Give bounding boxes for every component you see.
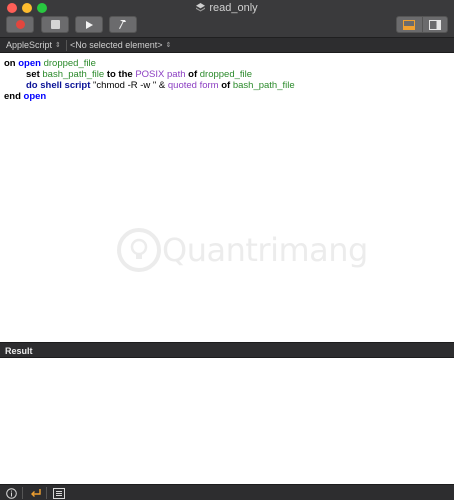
variable-token: dropped_file [199,69,253,80]
element-label: <No selected element> [70,40,163,50]
info-button[interactable] [4,487,18,499]
language-label: AppleScript [6,40,53,50]
chevron-updown-icon: ⇕ [55,42,61,49]
keyword-token: end [4,91,21,102]
show-side-panel-button[interactable] [421,17,448,32]
language-selector[interactable]: AppleScript ⇕ [6,38,61,53]
element-selector[interactable]: <No selected element> ⇕ [70,38,171,53]
return-arrow-icon [31,488,41,497]
code-line-1: on open dropped_file [4,58,454,69]
property-token: quoted form [167,80,219,91]
hammer-icon [119,20,126,29]
event-keyword-token: open [23,91,47,102]
keyword-token: to the [106,69,133,80]
keyword-token: of [221,80,231,91]
bottom-panel-icon [403,19,416,30]
keyword-token: set [26,69,40,80]
command-keyword-token: do shell script [26,80,91,91]
side-panel-icon [428,19,441,30]
record-button[interactable] [6,16,34,33]
result-pane[interactable] [0,358,454,484]
bottom-status-bar [0,484,454,500]
navbar-divider [66,40,67,51]
result-header: Result [0,342,454,358]
watermark-text: Quantrimang [162,231,368,269]
play-icon [86,20,93,29]
show-bottom-panel-button[interactable] [397,17,422,32]
variable-token: bash_path_file [232,80,295,91]
property-token: POSIX path [135,69,186,80]
event-keyword-token: open [18,58,41,69]
run-button[interactable] [75,16,103,33]
variable-token: bash_path_file [42,69,105,80]
window-titlebar: read_only [0,0,454,38]
log-button[interactable] [52,487,66,499]
statusbar-divider [46,487,47,499]
code-line-2: set bash_path_file to the POSIX path of … [4,69,454,80]
info-icon [5,487,17,499]
view-toggle [396,16,448,33]
chevron-updown-icon: ⇕ [165,42,172,49]
window-title: read_only [0,1,454,15]
string-token: "chmod -R -w " & [93,80,166,91]
code-line-4: end open [4,91,454,102]
statusbar-divider [22,487,23,499]
keyword-token: on [4,58,16,69]
compile-button[interactable] [109,16,137,33]
code-line-3: do shell script "chmod -R -w " & quoted … [4,80,454,91]
watermark: Quantrimang [116,225,368,275]
stop-icon [50,20,60,29]
keyword-token: of [188,69,198,80]
lightbulb-logo-icon [117,228,161,272]
navigation-bar: AppleScript ⇕ <No selected element> ⇕ [0,38,454,53]
script-document-icon [196,3,206,12]
variable-token: dropped_file [43,58,96,69]
stop-button[interactable] [41,16,69,33]
return-value-button[interactable] [29,487,43,499]
script-editor[interactable]: on open dropped_file set bash_path_file … [0,54,454,342]
record-icon [15,20,25,29]
window-title-text: read_only [209,2,258,14]
log-list-icon [53,487,65,499]
